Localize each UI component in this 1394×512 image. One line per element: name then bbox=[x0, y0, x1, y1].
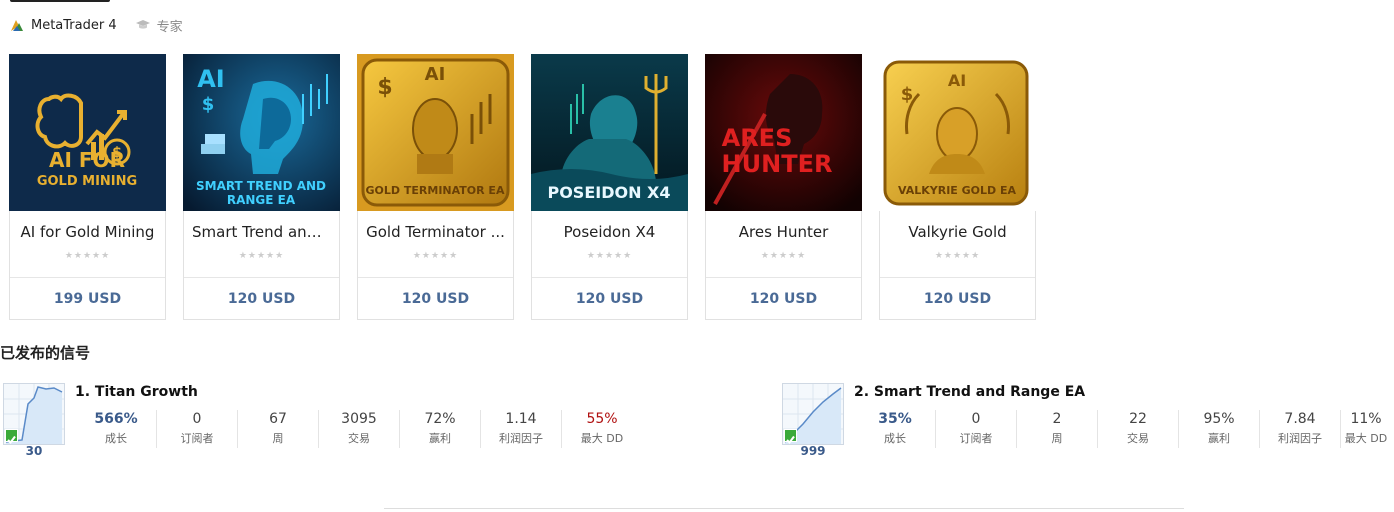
product-card[interactable]: AI $ GOLD TERMINATOR EA Gold Terminator … bbox=[357, 54, 514, 320]
product-name: Valkyrie Gold bbox=[908, 223, 1007, 241]
signal-stats: 35% 成长 0 订阅者 2周 22 交易 95% 赢利 7.84 利润因子 11% 最大 … bbox=[855, 410, 1391, 448]
product-card[interactable]: AI $ VALKYRIE GOLD EA Valkyrie Gold ★★★★… bbox=[879, 54, 1036, 320]
signal-item: 30 1. Titan Growth 566% 成长 0 订阅者 67 周 3095 交… bbox=[3, 383, 623, 463]
stat-subscribers: 0 订阅者 bbox=[157, 410, 238, 448]
product-image: $ AI FOR GOLD MINING bbox=[9, 54, 166, 211]
divider bbox=[384, 508, 1184, 509]
image-text: ARES bbox=[722, 124, 793, 152]
tab-experts[interactable]: 专家 bbox=[135, 16, 183, 35]
product-card[interactable]: $ AI FOR GOLD MINING AI for Gold Mining … bbox=[9, 54, 166, 320]
divider bbox=[532, 277, 687, 278]
svg-text:$: $ bbox=[901, 84, 914, 105]
stat-weeks: 2周 bbox=[1017, 410, 1098, 448]
divider bbox=[706, 277, 861, 278]
product-price: 120 USD bbox=[401, 291, 470, 307]
stat-growth: 35% 成长 bbox=[855, 410, 936, 448]
metatrader-icon bbox=[11, 20, 23, 31]
product-name: Ares Hunter bbox=[738, 223, 829, 241]
image-text: AI bbox=[425, 64, 446, 85]
divider bbox=[10, 277, 165, 278]
product-price: 199 USD bbox=[53, 291, 122, 307]
signal-title[interactable]: 1. Titan Growth bbox=[75, 384, 198, 400]
rating-stars: ★★★★★ bbox=[586, 251, 633, 261]
stat-max-drawdown: 55% 最大 DD bbox=[580, 411, 624, 445]
stat-win-rate: 72% 赢利 bbox=[400, 410, 481, 448]
image-text: VALKYRIE GOLD EA bbox=[898, 184, 1017, 197]
product-name: AI for Gold Mining bbox=[20, 223, 155, 241]
signal-stats: 566% 成长 0 订阅者 67 周 3095 交易 72% 赢利 1.14 利润因子 55… bbox=[76, 410, 642, 448]
image-text: GOLD TERMINATOR EA bbox=[366, 184, 505, 197]
image-text: POSEIDON X4 bbox=[547, 183, 670, 202]
verified-check-icon bbox=[784, 429, 797, 445]
rating-stars: ★★★★★ bbox=[238, 251, 285, 261]
signal-subscriber-count: 999 bbox=[800, 444, 826, 458]
image-text: RANGE EA bbox=[227, 193, 296, 207]
stat-profit-factor: 1.14 利润因子 bbox=[481, 410, 562, 448]
image-text: AI FOR bbox=[49, 148, 125, 172]
product-price: 120 USD bbox=[749, 291, 818, 307]
rating-stars: ★★★★★ bbox=[934, 251, 981, 261]
divider bbox=[358, 277, 513, 278]
image-text: AI bbox=[948, 71, 966, 90]
section-heading-cutoff bbox=[10, 0, 110, 2]
product-name: Gold Terminator ... bbox=[366, 223, 505, 241]
product-image: POSEIDON X4 bbox=[531, 54, 688, 211]
stat-subscribers: 0 订阅者 bbox=[936, 410, 1017, 448]
stat-trades: 22 交易 bbox=[1098, 410, 1179, 448]
platform-tabs: MetaTrader 4 专家 bbox=[9, 12, 201, 38]
divider bbox=[880, 277, 1035, 278]
product-list: $ AI FOR GOLD MINING AI for Gold Mining … bbox=[9, 54, 1036, 320]
stat-growth: 566% 成长 bbox=[76, 410, 157, 448]
graduation-cap-icon bbox=[135, 20, 150, 29]
product-image: AI $ GOLD TERMINATOR EA bbox=[357, 54, 514, 211]
product-image: AI $ VALKYRIE GOLD EA bbox=[879, 54, 1036, 211]
image-text: HUNTER bbox=[722, 150, 833, 178]
product-card[interactable]: ARES HUNTER Ares Hunter ★★★★★ 120 USD bbox=[705, 54, 862, 320]
product-card[interactable]: POSEIDON X4 Poseidon X4 ★★★★★ 120 USD bbox=[531, 54, 688, 320]
product-price: 120 USD bbox=[575, 291, 644, 307]
image-text: SMART TREND AND bbox=[196, 179, 326, 193]
product-card[interactable]: AI $ SMART TREND AND RANGE EA Smart Tren… bbox=[183, 54, 340, 320]
product-name: Smart Trend and ... bbox=[192, 223, 336, 241]
product-image: ARES HUNTER bbox=[705, 54, 862, 211]
rating-stars: ★★★★★ bbox=[760, 251, 807, 261]
svg-text:$: $ bbox=[377, 75, 392, 100]
divider bbox=[184, 277, 339, 278]
stat-max-drawdown: 11% 最大 DD bbox=[1344, 411, 1388, 445]
stat-weeks: 67 周 bbox=[238, 410, 319, 448]
product-price: 120 USD bbox=[227, 291, 296, 307]
svg-text:AI: AI bbox=[197, 65, 225, 93]
verified-check-icon bbox=[5, 429, 18, 445]
stat-profit-factor: 7.84 利润因子 bbox=[1260, 410, 1341, 448]
product-image: AI $ SMART TREND AND RANGE EA bbox=[183, 54, 340, 211]
signal-title[interactable]: 2. Smart Trend and Range EA bbox=[854, 384, 1085, 400]
image-text: GOLD MINING bbox=[37, 174, 137, 189]
signals-section-title: 已发布的信号 bbox=[0, 344, 91, 362]
svg-text:$: $ bbox=[202, 94, 215, 115]
signal-item: 999 2. Smart Trend and Range EA 35% 成长 0订… bbox=[782, 383, 1394, 463]
tab-metatrader4[interactable]: MetaTrader 4 bbox=[9, 17, 117, 33]
rating-stars: ★★★★★ bbox=[64, 251, 111, 261]
stat-trades: 3095 交易 bbox=[319, 410, 400, 448]
stat-win-rate: 95% 赢利 bbox=[1179, 410, 1260, 448]
product-price: 120 USD bbox=[923, 291, 992, 307]
product-name: Poseidon X4 bbox=[563, 223, 656, 241]
rating-stars: ★★★★★ bbox=[412, 251, 459, 261]
signal-subscriber-count: 30 bbox=[25, 444, 43, 458]
